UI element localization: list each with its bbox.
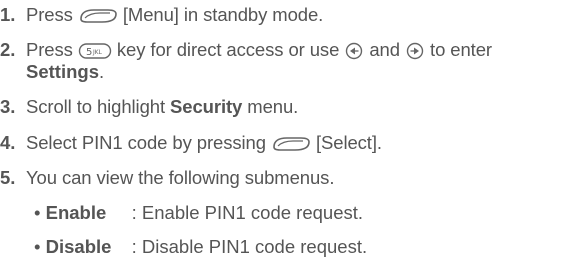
step-2: 2. Press 5 JKL key for direct access or u… [0,39,492,61]
step-text: menu. [247,96,299,117]
step-number: 5. [0,167,16,188]
key-5-jkl-icon: 5 JKL [78,43,112,59]
step-1: 1. Press [Menu] in standby mode. [0,4,323,26]
step-5: 5. You can view the following submenus. [0,167,334,189]
svg-text:JKL: JKL [92,49,103,56]
nav-left-icon [346,42,363,60]
security-menu-name: Security [170,96,243,117]
step-text: . [98,61,105,82]
step-text: Select PIN1 code by pressing [26,132,266,153]
submenu-item-disable: • Disable : Disable PIN1 code request. [34,236,367,258]
submenu-term: Disable [45,236,112,257]
nav-right-icon [406,42,424,60]
step-text: You can view the following submenus. [26,167,335,188]
submenu-item-enable: • Enable : Enable PIN1 code request. [34,202,363,224]
svg-text:5: 5 [86,47,92,58]
step-4: 4. Select PIN1 code by pressing [Select]. [0,132,382,154]
submenu-description: : Enable PIN1 code request. [131,202,364,223]
step-3: 3. Scroll to highlight Security menu. [0,96,298,118]
menu-softkey-icon [80,9,117,23]
step-text: to enter [430,39,492,60]
step-text: and [369,39,400,60]
step-number: 4. [0,132,16,153]
step-text: Scroll to highlight [26,96,165,117]
step-number: 2. [0,39,16,60]
submenu-term: Enable [45,202,107,223]
step-number: 3. [0,96,16,117]
step-text: Press [26,4,73,25]
step-text: [Select]. [315,132,382,153]
step-text: key for direct access or use [116,39,340,60]
select-softkey-icon [273,137,310,151]
bullet: • [34,236,41,257]
step-number: 1. [0,4,16,25]
submenu-description: : Disable PIN1 code request. [131,236,368,257]
bullet: • [34,202,41,223]
step-text: Press [26,39,73,60]
manual-page: 1. Press [Menu] in standby mode. 2. Press … [0,0,585,260]
step-text: [Menu] in standby mode. [122,4,324,25]
settings-menu-name: Settings [26,61,99,82]
step-2-continued: Settings. [26,61,104,83]
